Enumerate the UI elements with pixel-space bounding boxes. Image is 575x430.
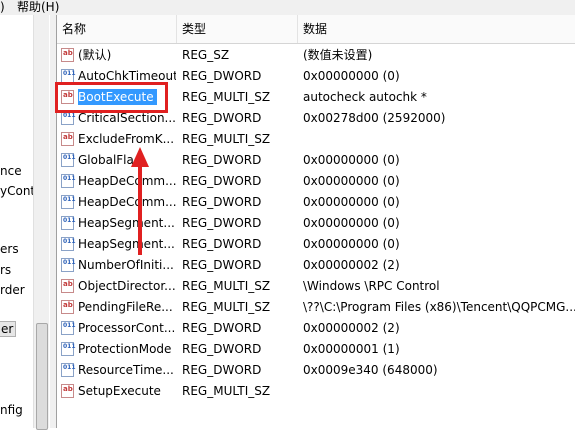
- arrow-head: [131, 147, 149, 167]
- red-arrow-annotation: [131, 147, 149, 255]
